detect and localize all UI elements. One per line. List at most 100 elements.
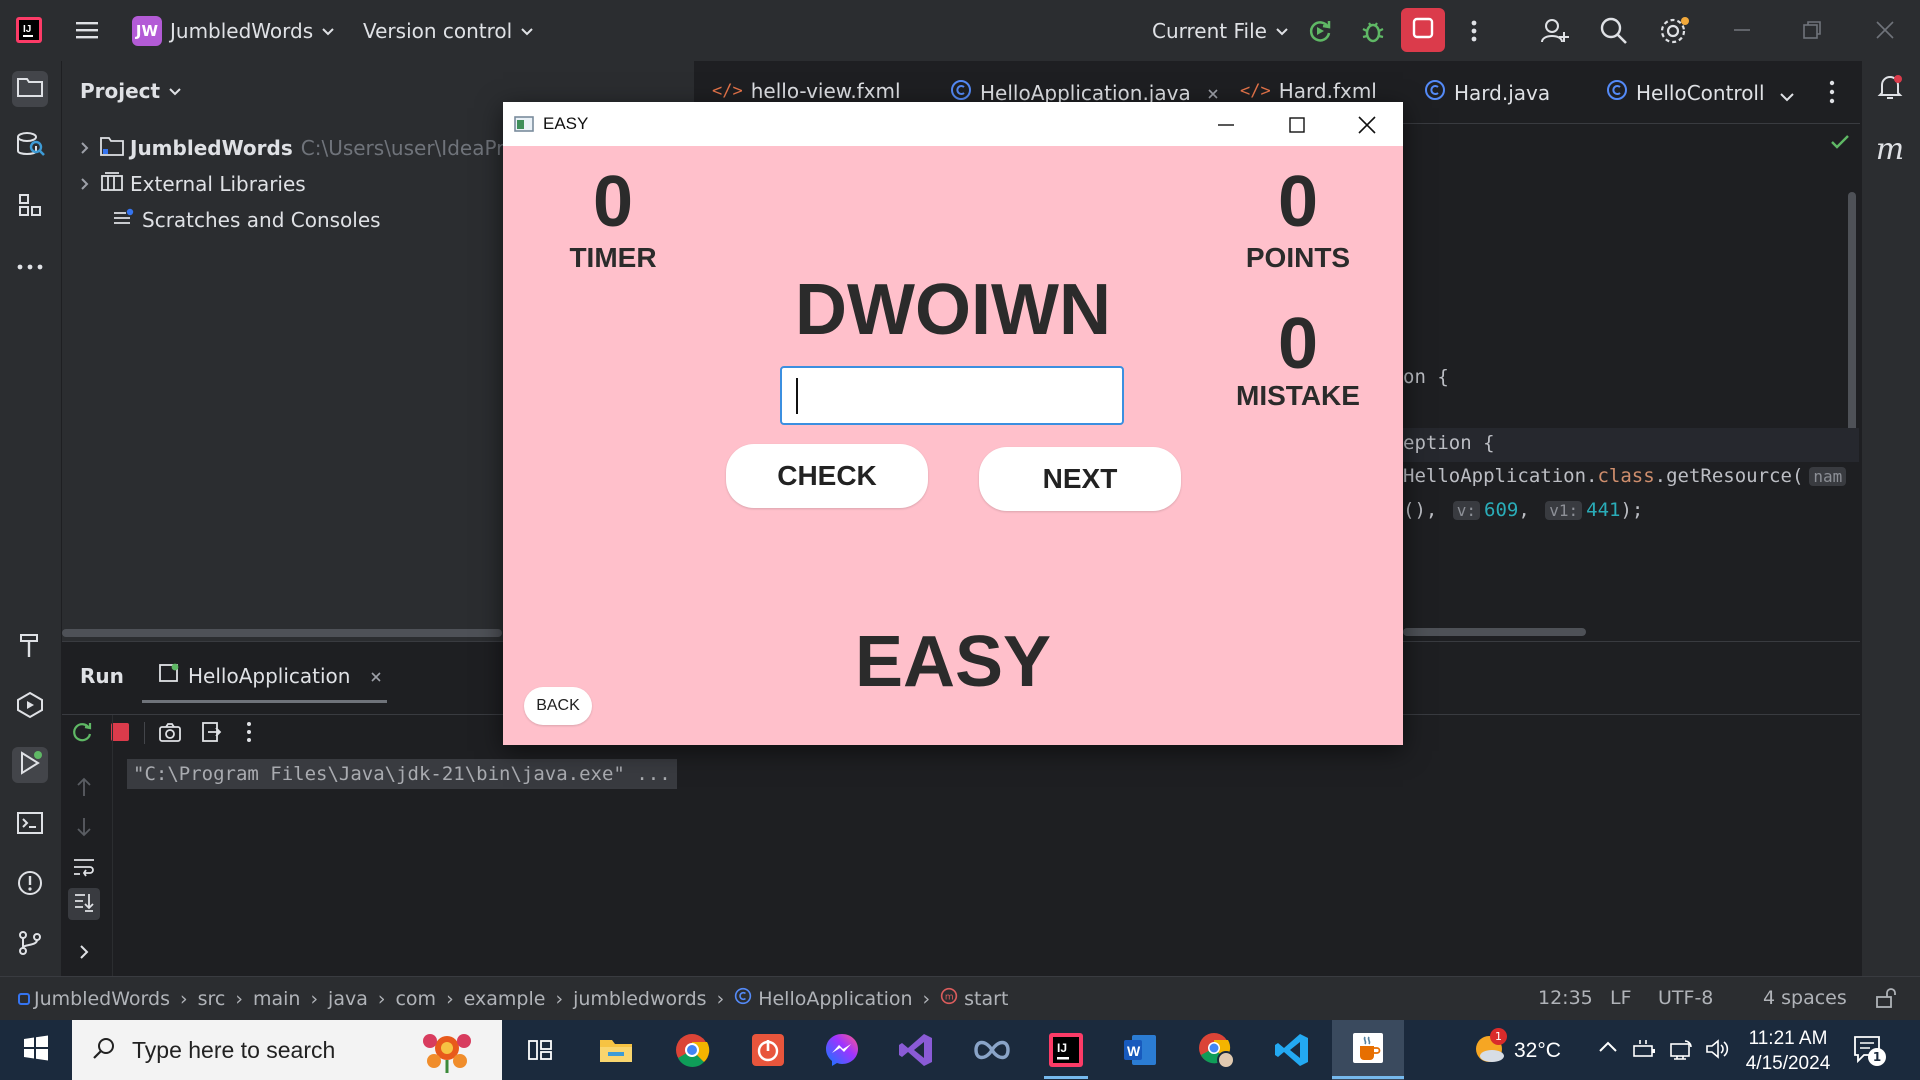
tab-hello-view-fxml[interactable]: </> hello-view.fxml <box>712 79 901 103</box>
minimize-icon[interactable] <box>1730 18 1754 42</box>
more-actions-icon[interactable] <box>244 721 254 743</box>
editor-horizontal-scrollbar[interactable] <box>1403 628 1586 636</box>
task-view-icon[interactable] <box>518 1028 562 1072</box>
restore-icon[interactable] <box>1800 18 1824 42</box>
close-icon[interactable] <box>1873 18 1897 42</box>
settings-gear-icon[interactable] <box>1658 16 1690 46</box>
file-explorer-icon[interactable] <box>594 1028 638 1072</box>
unlock-icon[interactable] <box>1874 987 1898 1014</box>
tree-item-external-libraries[interactable]: External Libraries <box>80 167 306 201</box>
clock[interactable]: 11:21 AM 4/15/2024 <box>1744 1026 1832 1076</box>
project-panel-header[interactable]: Project <box>80 79 182 103</box>
breadcrumb-item[interactable]: com <box>395 988 436 1010</box>
breadcrumb-item[interactable]: example <box>464 988 546 1010</box>
tree-item-project[interactable]: JumbledWords C:\Users\user\IdeaPro <box>80 131 516 165</box>
vcs-menu[interactable]: Version control <box>363 19 534 43</box>
exit-icon[interactable] <box>200 721 222 743</box>
infinity-app-icon[interactable] <box>970 1028 1014 1072</box>
debug-icon[interactable] <box>1359 17 1387 45</box>
tree-item-scratches[interactable]: Scratches and Consoles <box>112 203 381 237</box>
more-actions-icon[interactable] <box>1466 17 1482 45</box>
java-app-button[interactable] <box>1332 1020 1404 1080</box>
tree-item-label: Scratches and Consoles <box>142 208 381 232</box>
start-button[interactable] <box>14 1028 58 1072</box>
breadcrumb-item[interactable]: JumbledWords <box>34 988 170 1010</box>
next-button[interactable]: NEXT <box>979 447 1181 511</box>
editor-vertical-scrollbar[interactable] <box>1848 192 1856 460</box>
soft-wrap-icon[interactable] <box>72 856 96 878</box>
check-button[interactable]: CHECK <box>726 444 928 508</box>
scroll-up-icon[interactable] <box>76 776 92 798</box>
dialog-title-bar[interactable]: EASY <box>503 102 1403 146</box>
terminal-tool-button[interactable] <box>12 807 48 843</box>
notifications-button[interactable] <box>1872 71 1908 107</box>
rerun-icon[interactable] <box>70 720 94 744</box>
run-config-selector[interactable]: Current File <box>1152 19 1289 43</box>
word-icon[interactable]: W <box>1118 1028 1162 1072</box>
tab-hard-fxml[interactable]: </> Hard.fxml <box>1240 79 1377 103</box>
search-icon[interactable] <box>1599 16 1629 46</box>
tabs-dropdown-icon[interactable] <box>1779 87 1795 106</box>
add-user-icon[interactable] <box>1540 16 1570 46</box>
battery-icon[interactable] <box>1632 1038 1658 1060</box>
stop-icon[interactable] <box>110 722 130 742</box>
tabs-more-icon[interactable] <box>1827 79 1837 109</box>
project-tool-button[interactable] <box>12 71 48 107</box>
dialog-close-icon[interactable] <box>1356 114 1378 140</box>
build-tool-button[interactable] <box>12 629 48 665</box>
tab-hard-java[interactable]: Hard.java <box>1424 79 1550 106</box>
run-tab-label: HelloApplication <box>188 663 351 688</box>
scroll-to-end-button[interactable] <box>68 888 100 920</box>
problems-tool-button[interactable] <box>12 867 48 903</box>
power-app-icon[interactable] <box>746 1028 790 1072</box>
visual-studio-icon[interactable] <box>894 1028 938 1072</box>
indent-setting[interactable]: 4 spaces <box>1763 987 1847 1009</box>
stop-button[interactable] <box>1401 8 1445 52</box>
answer-input[interactable] <box>782 368 1122 423</box>
chevron-right-icon[interactable] <box>78 944 90 960</box>
breadcrumb-item[interactable]: jumbledwords <box>573 988 707 1010</box>
notification-center-button[interactable]: 1 <box>1852 1034 1886 1070</box>
intellij-taskbar-icon[interactable]: IJ <box>1044 1028 1088 1072</box>
line-separator[interactable]: LF <box>1610 987 1632 1009</box>
chevron-up-icon[interactable] <box>1598 1040 1618 1054</box>
breadcrumb-separator-icon: › <box>716 987 725 1010</box>
rerun-icon[interactable] <box>1306 17 1334 45</box>
close-tab-icon[interactable] <box>370 664 382 688</box>
main-menu-icon[interactable] <box>74 17 100 43</box>
chrome-icon[interactable] <box>670 1028 714 1072</box>
more-tools-button[interactable] <box>12 247 48 283</box>
vscode-icon[interactable] <box>1270 1028 1314 1072</box>
horizontal-scrollbar[interactable] <box>62 629 502 637</box>
project-selector[interactable]: JW JumbledWords <box>132 16 335 46</box>
taskbar-search-box[interactable]: Type here to search <box>72 1020 502 1080</box>
network-icon[interactable] <box>1668 1038 1694 1060</box>
structure-tool-button[interactable] <box>12 189 48 225</box>
database-tool-button[interactable] <box>12 129 48 165</box>
dialog-minimize-icon[interactable] <box>1215 114 1237 140</box>
weather-widget[interactable]: 1 32°C <box>1472 1028 1561 1070</box>
breadcrumb-item[interactable]: start <box>964 988 1008 1010</box>
file-encoding[interactable]: UTF-8 <box>1658 987 1713 1009</box>
scroll-down-icon[interactable] <box>76 816 92 838</box>
chrome-profile-icon[interactable] <box>1194 1028 1238 1072</box>
run-tab-hello-application[interactable]: HelloApplication <box>158 662 382 689</box>
dialog-maximize-icon[interactable] <box>1286 114 1308 140</box>
breadcrumb-item[interactable]: HelloApplication <box>758 988 912 1010</box>
code-line-getresource: HelloApplication.class.getResource(nam <box>1403 465 1847 487</box>
back-button[interactable]: BACK <box>524 687 592 725</box>
messenger-icon[interactable] <box>820 1028 864 1072</box>
run-tool-button[interactable] <box>12 747 48 783</box>
camera-icon[interactable] <box>158 721 182 743</box>
volume-icon[interactable] <box>1704 1038 1730 1060</box>
close-tab-icon[interactable] <box>1207 81 1219 105</box>
git-tool-button[interactable] <box>12 927 48 963</box>
inspection-ok-icon[interactable] <box>1830 134 1850 154</box>
caret-position[interactable]: 12:35 <box>1538 987 1593 1009</box>
maven-tool-button[interactable]: m <box>1872 131 1908 167</box>
breadcrumb-item[interactable]: java <box>328 988 368 1010</box>
breadcrumb-item[interactable]: main <box>253 988 300 1010</box>
breadcrumb-item[interactable]: src <box>198 988 226 1010</box>
services-tool-button[interactable] <box>12 689 48 725</box>
tab-hello-controller[interactable]: HelloControll <box>1606 79 1765 106</box>
